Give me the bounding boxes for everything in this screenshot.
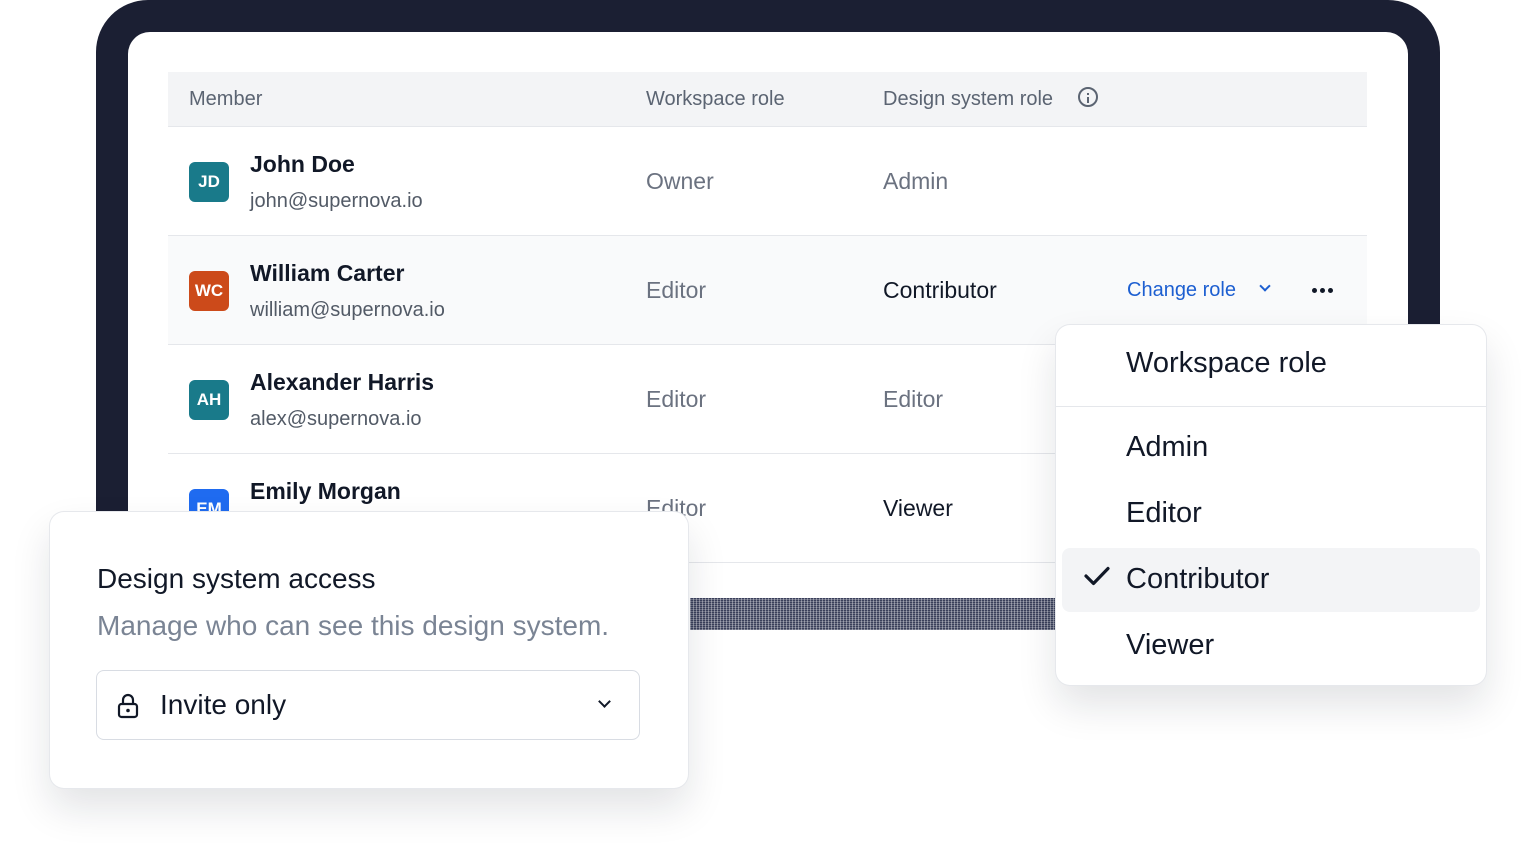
workspace-role: Owner (646, 168, 714, 194)
access-select[interactable]: Invite only (96, 670, 640, 740)
avatar: AH (189, 380, 229, 420)
menu-item-viewer[interactable]: Viewer (1062, 614, 1480, 678)
member-email: alex@supernova.io (250, 408, 422, 430)
table-row: JD John Doe john@supernova.io Owner Admi… (168, 127, 1367, 236)
design-system-role: Admin (883, 168, 949, 194)
menu-item-label: Editor (1126, 497, 1202, 529)
design-system-access-card: Design system access Manage who can see … (50, 512, 688, 788)
change-role-button[interactable]: Change role (1127, 279, 1236, 302)
member-name: Emily Morgan (250, 478, 401, 504)
role-dropdown-menu: Workspace role Admin Editor Contributor … (1056, 325, 1486, 685)
menu-item-admin[interactable]: Admin (1062, 416, 1480, 480)
lock-icon (117, 693, 139, 719)
chevron-down-icon[interactable] (1259, 280, 1271, 292)
check-icon (1084, 566, 1110, 586)
member-name: Alexander Harris (250, 369, 435, 395)
card-title: Design system access (97, 563, 376, 594)
menu-divider (1056, 406, 1486, 407)
table-header: Member Workspace role Design system role (168, 72, 1367, 127)
member-name: John Doe (250, 151, 355, 177)
workspace-role: Editor (646, 277, 707, 303)
avatar: WC (189, 271, 229, 311)
member-name: William Carter (250, 260, 405, 286)
avatar: JD (189, 162, 229, 202)
info-icon[interactable] (1078, 87, 1098, 107)
menu-item-contributor[interactable]: Contributor (1062, 548, 1480, 612)
menu-item-label: Viewer (1126, 629, 1215, 661)
header-design-system-role: Design system role (883, 88, 1054, 110)
header-member: Member (189, 88, 263, 110)
menu-item-label: Contributor (1126, 563, 1270, 595)
noise-texture (690, 598, 1056, 630)
workspace-role: Editor (646, 386, 707, 412)
member-email: william@supernova.io (250, 299, 445, 321)
menu-item-editor[interactable]: Editor (1062, 482, 1480, 546)
header-workspace-role: Workspace role (646, 88, 785, 110)
card-subtitle: Manage who can see this design system. (97, 610, 610, 641)
design-system-role: Editor (883, 386, 944, 412)
more-options-icon[interactable] (1312, 288, 1336, 294)
select-value: Invite only (160, 689, 287, 720)
member-email: john@supernova.io (250, 190, 423, 212)
menu-item-label: Admin (1126, 431, 1209, 463)
design-system-role: Viewer (883, 495, 953, 521)
design-system-role: Contributor (883, 277, 997, 303)
chevron-down-icon (598, 695, 611, 708)
menu-header: Workspace role (1126, 347, 1327, 379)
